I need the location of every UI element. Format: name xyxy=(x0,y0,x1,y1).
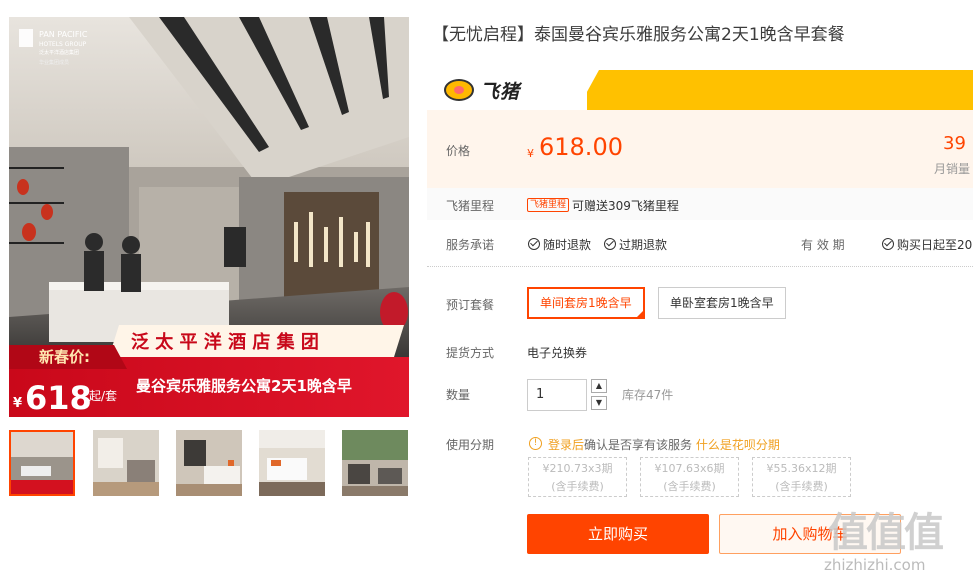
promo-group: 泛 太 平 洋 酒 店 集 团 xyxy=(131,331,319,353)
buy-now-button[interactable]: 立即购买 xyxy=(527,514,709,554)
promo-unit: 起/套 xyxy=(89,389,117,403)
quantity-input[interactable]: 1 xyxy=(527,379,587,411)
promo-price: 618 xyxy=(25,379,92,417)
package-option-single-suite[interactable]: 单间套房1晚含早 xyxy=(527,287,645,319)
thumbnail-5[interactable] xyxy=(342,430,408,496)
package-option-one-bedroom[interactable]: 单卧室套房1晚含早 xyxy=(658,287,786,319)
quantity-label: 数量 xyxy=(446,388,471,402)
sales-label: 月销量 xyxy=(934,162,971,176)
watermark-url: zhizhizhi.com xyxy=(824,556,926,574)
installment-label: 使用分期 xyxy=(446,438,495,452)
product-title: 【无忧启程】泰国曼谷宾乐雅服务公寓2天1晚含早套餐 xyxy=(432,25,845,45)
main-product-image: PAN PACIFIC HOTELS GROUP 泛太平洋酒店集团 华业集团成员… xyxy=(9,17,409,417)
mileage-text: 可赠送309飞猪里程 xyxy=(572,199,679,213)
check-circle-icon xyxy=(604,238,616,250)
add-to-cart-button[interactable]: 加入购物车 xyxy=(719,514,901,554)
fliggy-logo-text: 飞猪 xyxy=(480,80,521,103)
promo-desc: 曼谷宾乐雅服务公寓2天1晚含早 xyxy=(136,377,352,395)
installment-plan-6[interactable]: ¥107.63x6期 (含手续费) xyxy=(640,457,739,497)
mileage-tag: 飞猪里程 xyxy=(527,198,570,212)
notice-text: 确认是否享有该服务 xyxy=(584,438,693,452)
promo-currency: ¥ xyxy=(13,396,22,411)
thumbnail-2[interactable] xyxy=(93,430,159,496)
delivery-label: 提货方式 xyxy=(446,346,495,360)
validity-label: 有 效 期 xyxy=(801,238,845,252)
mileage-row xyxy=(427,188,973,220)
check-circle-icon xyxy=(528,238,540,250)
check-circle-icon xyxy=(882,238,894,250)
package-label: 预订套餐 xyxy=(446,298,495,312)
installment-plan-12[interactable]: ¥55.36x12期 (含手续费) xyxy=(752,457,851,497)
fliggy-logo[interactable]: 飞猪 xyxy=(444,78,521,103)
brand-cn: 泛太平洋酒店集团 xyxy=(39,49,79,56)
installment-notice: 登录后确认是否享有该服务 什么是花呗分期 xyxy=(548,436,780,453)
service-item-refund-anytime[interactable]: 随时退款 xyxy=(528,236,591,253)
price-value: 618.00 xyxy=(539,133,623,161)
quantity-decrease-button[interactable]: ▼ xyxy=(591,396,607,410)
quantity-increase-button[interactable]: ▲ xyxy=(591,379,607,393)
divider xyxy=(427,266,973,267)
info-icon: ! xyxy=(529,437,542,450)
price-currency: ¥ xyxy=(527,147,534,160)
price-label: 价格 xyxy=(446,144,471,158)
huabei-help-link[interactable]: 什么是花呗分期 xyxy=(696,438,780,452)
mileage-label: 飞猪里程 xyxy=(446,199,495,213)
service-label: 服务承诺 xyxy=(446,238,495,252)
installment-plan-3[interactable]: ¥210.73x3期 (含手续费) xyxy=(528,457,627,497)
thumbnail-4[interactable] xyxy=(259,430,325,496)
thumbnail-strip xyxy=(9,430,409,496)
stock-text: 库存47件 xyxy=(622,388,674,402)
brand-line1: PAN PACIFIC xyxy=(39,30,88,39)
brand-line2: HOTELS GROUP xyxy=(39,41,87,48)
price-box xyxy=(427,110,973,188)
fliggy-pig-icon xyxy=(444,79,474,101)
brand-sub: 华业集团成员 xyxy=(39,59,69,66)
service-item-expired-refund[interactable]: 过期退款 xyxy=(604,236,667,253)
delivery-value: 电子兑换券 xyxy=(527,346,588,360)
promo-label: 新春价: xyxy=(39,348,90,366)
validity-value: 购买日起至20 xyxy=(882,236,972,253)
thumbnail-3[interactable] xyxy=(176,430,242,496)
sales-count: 39 xyxy=(943,133,966,154)
login-link[interactable]: 登录后 xyxy=(548,438,584,452)
thumbnail-1[interactable] xyxy=(9,430,75,496)
